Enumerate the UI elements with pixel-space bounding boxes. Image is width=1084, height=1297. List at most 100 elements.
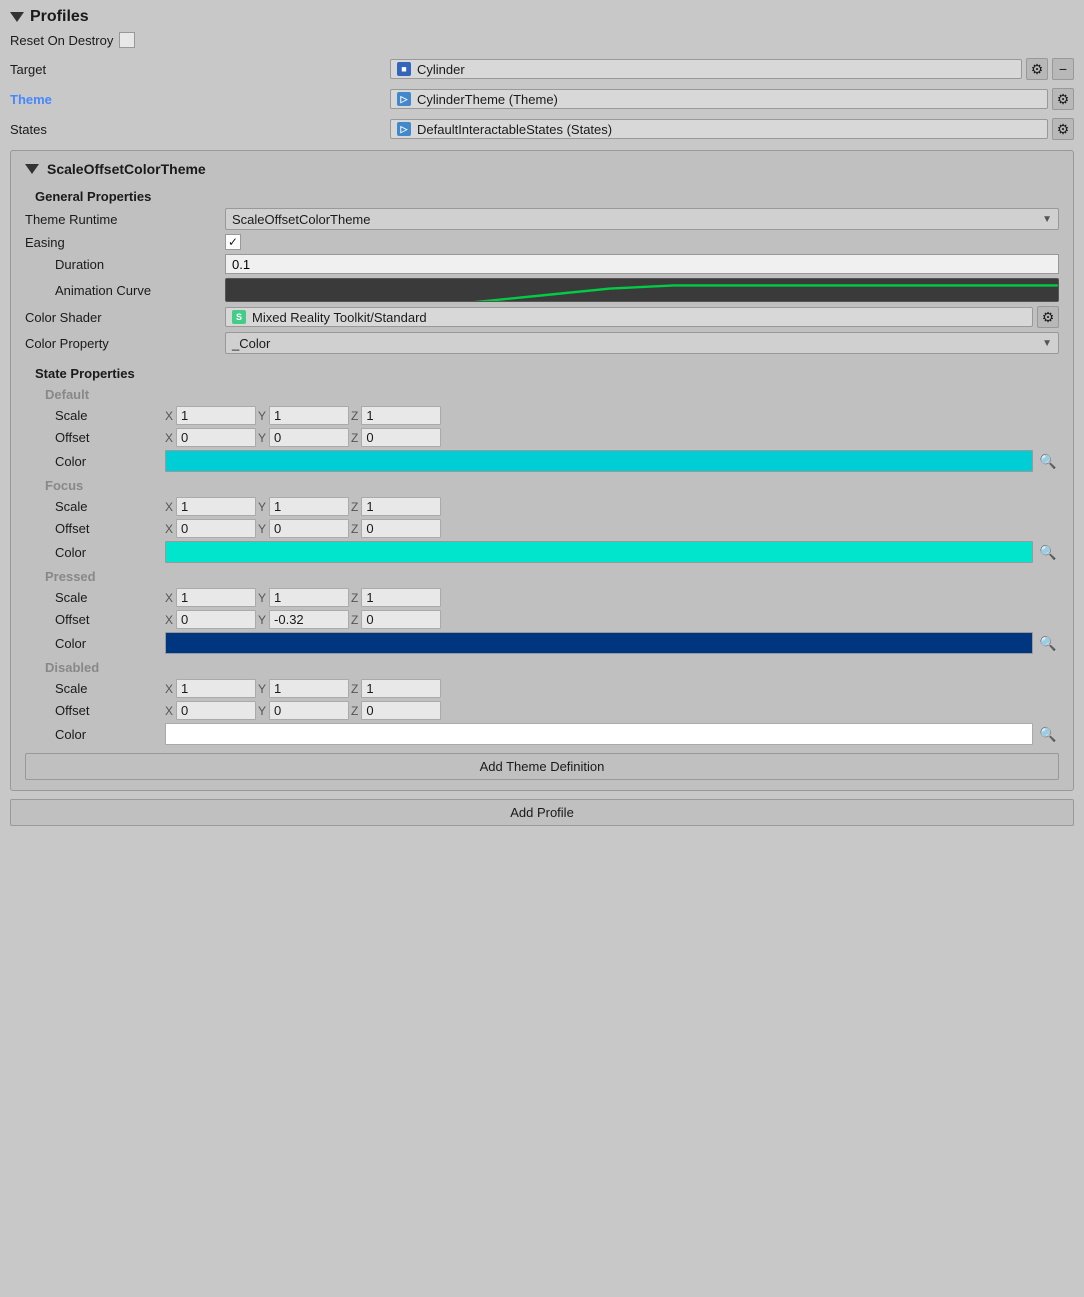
animation-curve-preview[interactable] [225, 278, 1059, 302]
states-value: DefaultInteractableStates (States) [417, 122, 612, 137]
target-label: Target [10, 62, 390, 77]
default-offset-row: Offset X Y Z [25, 428, 1059, 447]
states-field[interactable]: ▷ DefaultInteractableStates (States) [390, 119, 1048, 139]
color-shader-gear-button[interactable]: ⚙ [1037, 306, 1059, 328]
focus-offset-x-input[interactable] [176, 519, 256, 538]
disabled-scale-y-input[interactable] [269, 679, 349, 698]
add-profile-button[interactable]: Add Profile [10, 799, 1074, 826]
default-scale-y-input[interactable] [269, 406, 349, 425]
pressed-color-eyedropper[interactable]: 🔍 [1037, 632, 1059, 654]
profiles-header: Profiles [10, 8, 1074, 26]
reset-on-destroy-checkbox[interactable] [119, 32, 135, 48]
pressed-offset-z-label: Z [351, 613, 358, 627]
pressed-scale-y-label: Y [258, 591, 266, 605]
pressed-offset-y-input[interactable] [269, 610, 349, 629]
focus-color-eyedropper[interactable]: 🔍 [1037, 541, 1059, 563]
states-label: States [10, 122, 390, 137]
disabled-scale-row: Scale X Y Z [25, 679, 1059, 698]
duration-input[interactable] [225, 254, 1059, 274]
disabled-scale-label: Scale [25, 681, 165, 696]
theme-gear-button[interactable]: ⚙ [1052, 88, 1074, 110]
easing-checkbox[interactable]: ✓ [225, 234, 241, 250]
disabled-offset-y-label: Y [258, 704, 266, 718]
theme-runtime-select[interactable]: ScaleOffsetColorTheme ▼ [225, 208, 1059, 230]
disabled-offset-z-input[interactable] [361, 701, 441, 720]
disabled-scale-z-label: Z [351, 682, 358, 696]
easing-label: Easing [25, 235, 225, 250]
disabled-offset-label: Offset [25, 703, 165, 718]
states-gear-button[interactable]: ⚙ [1052, 118, 1074, 140]
pressed-scale-value: X Y Z [165, 588, 1059, 607]
focus-scale-x-input[interactable] [176, 497, 256, 516]
pressed-offset-label: Offset [25, 612, 165, 627]
disabled-color-value: 🔍 [165, 723, 1059, 745]
add-theme-definition-button[interactable]: Add Theme Definition [25, 753, 1059, 780]
default-color-swatch[interactable] [165, 450, 1033, 472]
focus-scale-z-label: Z [351, 500, 358, 514]
color-property-label: Color Property [25, 336, 225, 351]
inner-collapse-icon[interactable] [25, 164, 39, 174]
disabled-color-eyedropper[interactable]: 🔍 [1037, 723, 1059, 745]
disabled-color-swatch[interactable] [165, 723, 1033, 745]
theme-runtime-label: Theme Runtime [25, 212, 225, 227]
color-property-row: Color Property _Color ▼ [25, 332, 1059, 354]
duration-row: Duration [25, 254, 1059, 274]
state-default-label: Default [25, 387, 1059, 402]
theme-field[interactable]: ▷ CylinderTheme (Theme) [390, 89, 1048, 109]
default-scale-x-label: X [165, 409, 173, 423]
pressed-color-swatch[interactable] [165, 632, 1033, 654]
target-gear-button[interactable]: ⚙ [1026, 58, 1048, 80]
focus-scale-z-input[interactable] [361, 497, 441, 516]
disabled-color-row: Color 🔍 [25, 723, 1059, 745]
disabled-offset-y-input[interactable] [269, 701, 349, 720]
focus-color-label: Color [25, 545, 165, 560]
color-shader-label: Color Shader [25, 310, 225, 325]
default-scale-x-input[interactable] [176, 406, 256, 425]
theme-runtime-row: Theme Runtime ScaleOffsetColorTheme ▼ [25, 208, 1059, 230]
pressed-scale-z-input[interactable] [361, 588, 441, 607]
state-focus-label: Focus [25, 478, 1059, 493]
disabled-offset-value: X Y Z [165, 701, 1059, 720]
pressed-offset-z-input[interactable] [361, 610, 441, 629]
default-scale-xyz: X Y Z [165, 406, 1059, 425]
target-field[interactable]: ■ Cylinder [390, 59, 1022, 79]
focus-offset-y-input[interactable] [269, 519, 349, 538]
color-property-select-value: _Color [232, 336, 270, 351]
theme-link[interactable]: Theme [10, 92, 52, 107]
theme-value: CylinderTheme (Theme) [417, 92, 558, 107]
default-offset-y-input[interactable] [269, 428, 349, 447]
target-row: Target ■ Cylinder ⚙ − [10, 56, 1074, 82]
reset-on-destroy-label: Reset On Destroy [10, 33, 113, 48]
focus-scale-y-input[interactable] [269, 497, 349, 516]
color-property-select[interactable]: _Color ▼ [225, 332, 1059, 354]
pressed-offset-x-input[interactable] [176, 610, 256, 629]
focus-color-swatch[interactable] [165, 541, 1033, 563]
focus-offset-z-input[interactable] [361, 519, 441, 538]
pressed-color-row: Color 🔍 [25, 632, 1059, 654]
color-property-arrow: ▼ [1042, 338, 1052, 349]
focus-scale-y-label: Y [258, 500, 266, 514]
profiles-title: Profiles [30, 8, 89, 26]
disabled-offset-x-input[interactable] [176, 701, 256, 720]
pressed-scale-x-label: X [165, 591, 173, 605]
default-offset-x-input[interactable] [176, 428, 256, 447]
default-offset-z-input[interactable] [361, 428, 441, 447]
theme-definition-panel: ScaleOffsetColorTheme General Properties… [10, 150, 1074, 791]
default-offset-xyz: X Y Z [165, 428, 1059, 447]
animation-curve-label: Animation Curve [25, 283, 225, 298]
disabled-scale-z-input[interactable] [361, 679, 441, 698]
disabled-scale-x-input[interactable] [176, 679, 256, 698]
pressed-scale-y-input[interactable] [269, 588, 349, 607]
color-shader-field[interactable]: S Mixed Reality Toolkit/Standard [225, 307, 1033, 327]
inner-panel-title: ScaleOffsetColorTheme [25, 161, 1059, 177]
pressed-scale-x-input[interactable] [176, 588, 256, 607]
target-minus-button[interactable]: − [1052, 58, 1074, 80]
pressed-offset-y-label: Y [258, 613, 266, 627]
disabled-offset-z-label: Z [351, 704, 358, 718]
default-color-eyedropper[interactable]: 🔍 [1037, 450, 1059, 472]
color-shader-icon: S [232, 310, 246, 324]
target-value: Cylinder [417, 62, 465, 77]
disabled-offset-row: Offset X Y Z [25, 701, 1059, 720]
collapse-icon[interactable] [10, 12, 24, 22]
default-scale-z-input[interactable] [361, 406, 441, 425]
